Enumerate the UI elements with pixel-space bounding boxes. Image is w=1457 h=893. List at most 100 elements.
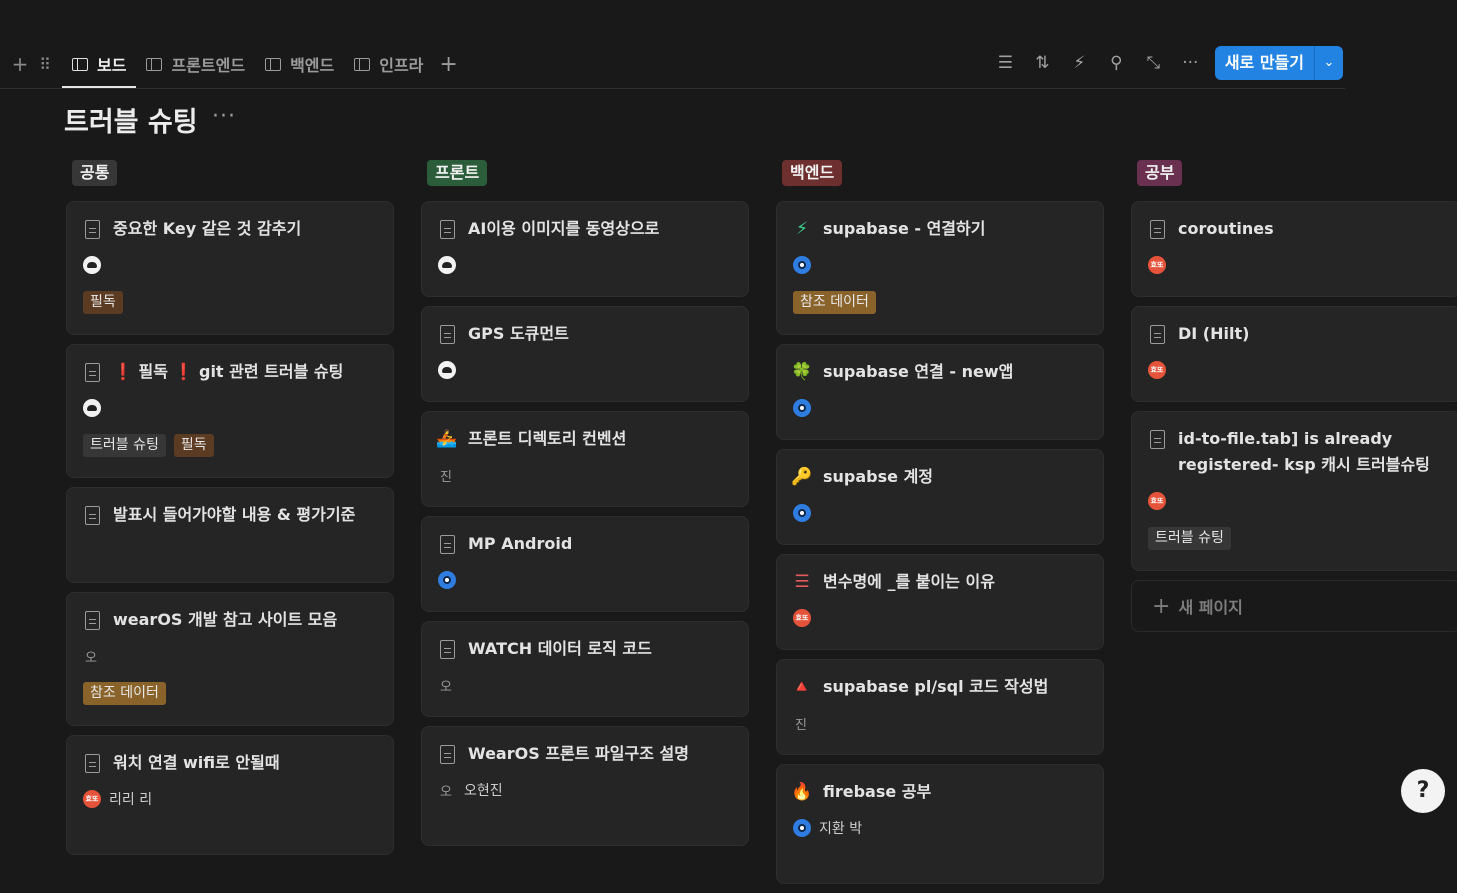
drag-handle-icon[interactable]: ⠿ — [32, 55, 56, 74]
filter-icon[interactable]: ☰ — [987, 53, 1024, 73]
board-card[interactable]: 🔥 firebase 공부 지환 박 — [776, 764, 1104, 884]
new-button-group: 새로 만들기 ⌄ — [1214, 46, 1343, 80]
expand-icon[interactable]: ⤡ — [1135, 53, 1172, 73]
tab-infra[interactable]: 인프라 — [344, 44, 433, 84]
board-card[interactable]: ⚡ supabase - 연결하기 참조 데이터 — [776, 201, 1104, 335]
card-title: WearOS 프론트 파일구조 설명 — [468, 744, 689, 763]
card-title: supabase pl/sql 코드 작성법 — [823, 677, 1049, 696]
title-more-button[interactable]: ··· — [212, 104, 236, 129]
chevron-down-icon[interactable]: ⌄ — [1314, 46, 1343, 80]
help-button[interactable]: ? — [1401, 769, 1445, 813]
page-icon — [84, 610, 100, 630]
avatar — [793, 399, 811, 417]
tag: 참조 데이터 — [793, 291, 876, 314]
tab-label: 인프라 — [379, 56, 424, 75]
page-icon — [439, 324, 455, 344]
avatar — [793, 819, 811, 837]
card-title: ❗ 필독 ❗ git 관련 트러블 슈팅 — [113, 362, 344, 381]
tab-label: 백엔드 — [290, 56, 335, 75]
more-icon[interactable]: ··· — [1172, 53, 1209, 73]
tab-label: 보드 — [97, 56, 127, 75]
page-icon — [1149, 219, 1165, 239]
card-title: wearOS 개발 참고 사이트 모음 — [113, 610, 338, 629]
add-view-button[interactable]: + — [433, 52, 463, 77]
avatar: 효또 — [83, 790, 101, 808]
column-tag: 백엔드 — [782, 160, 843, 186]
avatar: 효또 — [1148, 361, 1166, 379]
avatar — [438, 571, 456, 589]
view-tools: ☰ ⇅ ⚡ ⚲ ⤡ ··· 새로 만들기 ⌄ — [987, 45, 1343, 81]
card-title: coroutines — [1178, 219, 1274, 238]
page-icon — [439, 219, 455, 239]
tab-label: 프론트엔드 — [171, 56, 246, 75]
board-card[interactable]: 중요한 Key 같은 것 감추기 필독 — [66, 201, 394, 335]
avatar — [83, 256, 101, 274]
tab-backend[interactable]: 백엔드 — [255, 44, 344, 84]
page-title: 트러블 슈팅 — [64, 107, 198, 138]
page-icon — [84, 753, 100, 773]
card-title: supabse 계정 — [823, 467, 934, 486]
board-card[interactable]: WATCH 데이터 로직 코드 오 — [421, 621, 749, 717]
avatar — [438, 256, 456, 274]
card-title: supabase 연결 - new앱 — [823, 362, 1014, 381]
tab-frontend[interactable]: 프론트엔드 — [136, 44, 255, 84]
column-tag: 공부 — [1137, 160, 1183, 186]
card-title: firebase 공부 — [823, 782, 932, 801]
avatar — [83, 399, 101, 417]
board-card[interactable]: 🍀 supabase 연결 - new앱 — [776, 344, 1104, 440]
tag: 트러블 슈팅 — [83, 434, 166, 457]
sort-icon[interactable]: ⇅ — [1024, 53, 1061, 73]
board-card[interactable]: coroutines 효또 — [1131, 201, 1457, 297]
board-card[interactable]: 워치 연결 wifi로 안될때 효또 리리 리 — [66, 735, 394, 855]
board-card[interactable]: MP Android — [421, 516, 749, 612]
automation-icon[interactable]: ⚡ — [1061, 53, 1098, 73]
board-card[interactable]: wearOS 개발 참고 사이트 모음 오 참조 데이터 — [66, 592, 394, 726]
card-title: WATCH 데이터 로직 코드 — [468, 639, 652, 658]
board-card[interactable]: AI이용 이미지를 동영상으로 — [421, 201, 749, 297]
avatar — [793, 504, 811, 522]
column-tag: 공통 — [72, 160, 118, 186]
board-card[interactable]: ☰ 변수명에 _를 붙이는 이유 효또 — [776, 554, 1104, 650]
new-button[interactable]: 새로 만들기 — [1215, 46, 1314, 80]
person-initial: 진 — [440, 469, 452, 485]
page-icon — [84, 219, 100, 239]
board-card[interactable]: 🔑 supabse 계정 — [776, 449, 1104, 545]
card-title: 발표시 들어가야할 내용 & 평가기준 — [113, 505, 356, 524]
tag: 필독 — [83, 291, 123, 314]
tab-board[interactable]: 보드 — [62, 44, 137, 88]
board-view-icon — [72, 57, 88, 71]
new-page-button[interactable]: + 새 페이지 — [1131, 580, 1457, 632]
board-card[interactable]: 발표시 들어가야할 내용 & 평가기준 — [66, 487, 394, 583]
board-card[interactable]: DI (Hilt) 효또 — [1131, 306, 1457, 402]
person-initial: 오 — [440, 679, 452, 695]
page-icon — [84, 505, 100, 525]
plus-icon[interactable]: + — [8, 52, 32, 76]
view-tabs: + ⠿ 보드 프론트엔드 백엔드 인프라 + — [8, 44, 464, 88]
search-icon[interactable]: ⚲ — [1098, 53, 1135, 73]
board-card[interactable]: 🔺 supabase pl/sql 코드 작성법 진 — [776, 659, 1104, 755]
key-icon: 🔑 — [791, 467, 813, 487]
lightning-icon: ⚡ — [796, 219, 808, 239]
card-title: 워치 연결 wifi로 안될때 — [113, 753, 280, 772]
card-title: AI이용 이미지를 동영상으로 — [468, 219, 660, 238]
tag: 트러블 슈팅 — [1148, 527, 1231, 550]
up-arrow-icon: 🔺 — [791, 677, 813, 697]
board-card[interactable]: id-to-file.tab] is already registered- k… — [1131, 411, 1457, 571]
person-name: 지환 박 — [819, 821, 863, 837]
page-icon — [439, 744, 455, 764]
board-card[interactable]: ❗ 필독 ❗ git 관련 트러블 슈팅 트러블 슈팅 필독 — [66, 344, 394, 478]
table-view-icon — [146, 57, 163, 71]
page-icon — [439, 534, 455, 554]
person-initial: 오 — [440, 784, 452, 800]
board-card[interactable]: 🚣 프론트 디렉토리 컨벤션 진 — [421, 411, 749, 507]
board-column-front: 프론트 AI이용 이미지를 동영상으로 GPS 도큐먼트 🚣 프론트 디렉토리 컨… — [421, 160, 749, 855]
person-name: 오현진 — [464, 783, 503, 799]
avatar: 효또 — [1148, 492, 1166, 510]
board-card[interactable]: WearOS 프론트 파일구조 설명 오 오현진 — [421, 726, 749, 846]
plus-icon: + — [1152, 593, 1171, 619]
tag: 참조 데이터 — [83, 682, 166, 705]
page-icon — [439, 639, 455, 659]
column-tag: 프론트 — [427, 160, 488, 186]
card-title: MP Android — [468, 534, 573, 553]
board-card[interactable]: GPS 도큐먼트 — [421, 306, 749, 402]
